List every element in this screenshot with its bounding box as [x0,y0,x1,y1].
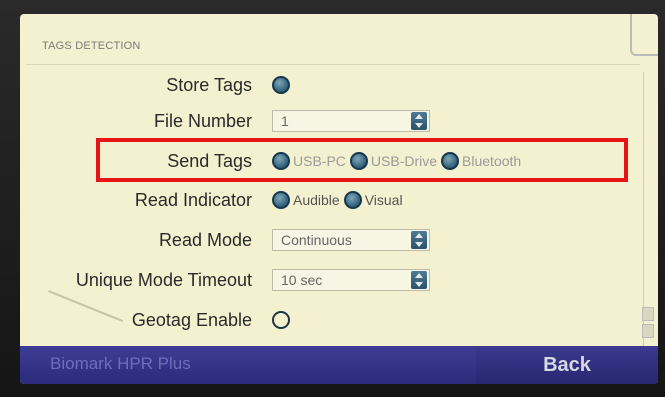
file-number-value: 1 [281,113,289,129]
corner-tab [630,14,658,56]
unique-mode-timeout-select[interactable]: 10 sec [272,269,430,291]
row-unique-mode-timeout: Unique Mode Timeout 10 sec [20,262,640,298]
row-store-tags: Store Tags [20,67,640,103]
read-indicator-visual-radio[interactable] [343,191,362,209]
send-tags-highlight-box [96,138,628,182]
store-tags-label: Store Tags [166,75,252,95]
unique-mode-timeout-spin-icon[interactable] [411,271,427,289]
file-number-label: File Number [153,111,252,131]
scrollbar[interactable] [643,72,656,347]
row-file-number: File Number 1 [20,103,640,139]
unique-mode-timeout-value: 10 sec [281,272,323,288]
section-divider [26,64,640,65]
read-mode-value: Continuous [281,232,352,248]
row-read-mode: Read Mode Continuous [20,222,640,258]
footer-bar: Biomark HPR Plus Back [20,346,658,384]
read-mode-label: Read Mode [158,230,252,250]
read-indicator-label: Read Indicator [134,190,252,210]
brand-label: Biomark HPR Plus [50,354,191,373]
scroll-down-arrow-icon[interactable] [642,324,654,338]
read-mode-select[interactable]: Continuous [272,229,430,251]
row-read-indicator: Read Indicator Audible Visual [20,182,640,218]
file-number-stepper[interactable]: 1 [272,110,430,132]
geotag-enable-label: Geotag Enable [131,310,252,330]
store-tags-radio[interactable] [272,76,290,94]
back-button[interactable]: Back [476,346,658,384]
screen-glare [36,290,124,350]
device-screen: TAGS DETECTION Store Tags File Number 1 … [20,14,658,384]
read-mode-spin-icon[interactable] [411,231,427,249]
read-indicator-visual-label: Visual [364,192,403,208]
read-indicator-audible-label: Audible [293,192,340,208]
geotag-enable-radio[interactable] [272,311,290,329]
scroll-up-arrow-icon[interactable] [642,307,654,321]
unique-mode-timeout-label: Unique Mode Timeout [75,270,252,290]
section-header: TAGS DETECTION [42,40,141,52]
file-number-spin-icon[interactable] [411,112,427,130]
read-indicator-audible-radio[interactable] [272,191,290,209]
